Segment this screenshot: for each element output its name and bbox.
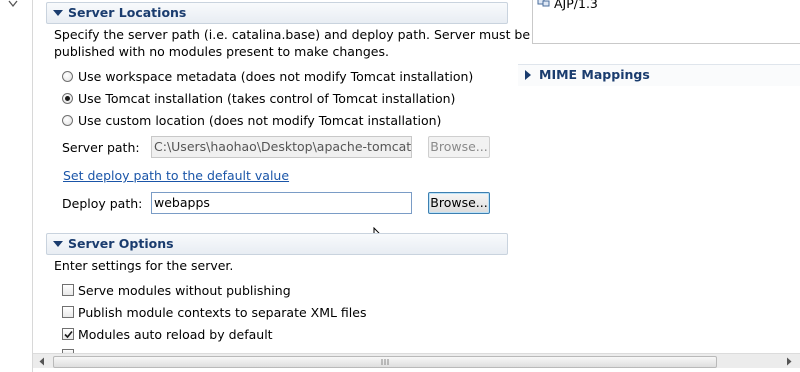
radio-selected-dot <box>65 96 70 101</box>
grip-icon <box>381 359 389 365</box>
option-workspace-metadata-label[interactable]: Use workspace metadata (does not modify … <box>78 69 473 84</box>
ports-item-ajp[interactable]: AJP/1.3 <box>554 0 598 11</box>
option-tomcat-installation-label[interactable]: Use Tomcat installation (takes control o… <box>78 91 455 106</box>
mime-mappings-title: MIME Mappings <box>539 67 650 82</box>
chevron-down-icon[interactable] <box>8 0 18 8</box>
left-gutter <box>0 0 33 372</box>
deploy-path-field[interactable]: webapps <box>151 192 412 214</box>
server-options-description: Enter settings for the server. <box>54 258 234 273</box>
deploy-path-label: Deploy path: <box>62 196 143 211</box>
collapse-down-icon[interactable] <box>53 10 63 16</box>
horizontal-scrollbar[interactable] <box>33 353 800 368</box>
port-icon <box>537 0 550 7</box>
radio-tomcat-installation[interactable] <box>62 93 73 104</box>
checkbox-serve-modules-without-publishing[interactable] <box>62 284 74 296</box>
publish-module-contexts-label[interactable]: Publish module contexts to separate XML … <box>78 305 366 320</box>
server-options-title: Server Options <box>68 236 174 251</box>
deploy-path-browse-button[interactable]: Browse... <box>428 192 490 214</box>
scroll-left-arrow-icon[interactable] <box>38 357 46 366</box>
serve-modules-without-publishing-label[interactable]: Serve modules without publishing <box>78 283 291 298</box>
expand-right-icon[interactable] <box>525 70 531 80</box>
option-custom-location-label[interactable]: Use custom location (does not modify Tom… <box>78 113 441 128</box>
horizontal-scrollbar-thumb[interactable] <box>53 356 717 368</box>
modules-auto-reload-label[interactable]: Modules auto reload by default <box>78 327 273 342</box>
server-path-label: Server path: <box>62 140 140 155</box>
checkmark-icon <box>64 330 73 339</box>
radio-workspace-metadata[interactable] <box>62 71 73 82</box>
server-locations-description-line1: Specify the server path (i.e. catalina.b… <box>54 27 531 42</box>
server-locations-title: Server Locations <box>68 5 187 20</box>
collapse-down-icon[interactable] <box>53 241 63 247</box>
checkbox-publish-module-contexts[interactable] <box>62 306 74 318</box>
radio-custom-location[interactable] <box>62 115 73 126</box>
server-path-browse-button[interactable]: Browse... <box>428 136 490 158</box>
checkbox-modules-auto-reload[interactable] <box>62 328 74 340</box>
scroll-right-arrow-icon[interactable] <box>785 357 793 366</box>
server-path-field[interactable]: C:\Users\haohao\Desktop\apache-tomcat-7 <box>151 136 412 158</box>
set-default-deploy-path-link[interactable]: Set deploy path to the default value <box>63 168 289 183</box>
server-locations-description-line2: published with no modules present to mak… <box>54 44 389 59</box>
